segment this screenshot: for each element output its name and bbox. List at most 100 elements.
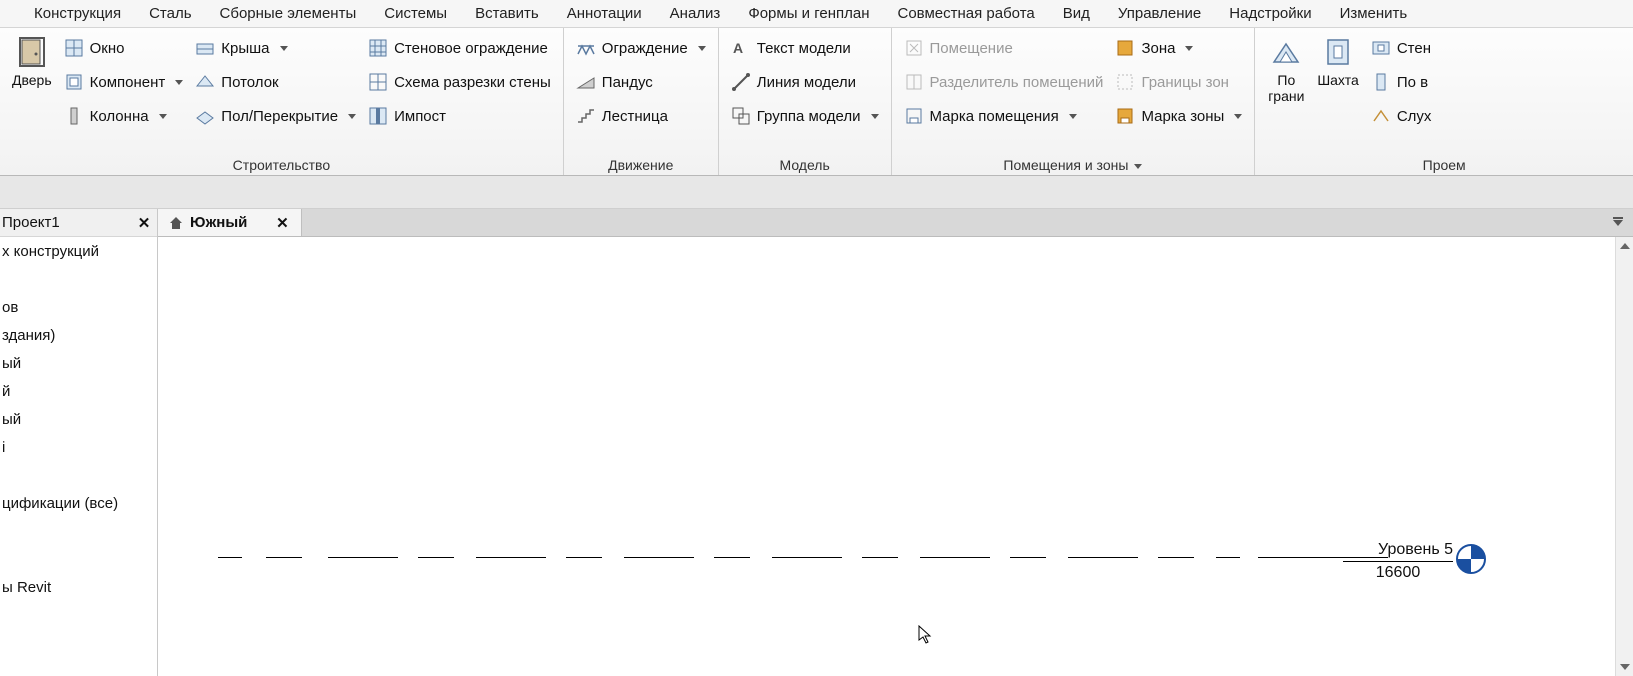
zonebound-icon [1115, 72, 1135, 92]
stair-icon [576, 106, 596, 126]
button-ceiling[interactable]: Потолок [189, 66, 362, 98]
roomtag-icon [904, 106, 924, 126]
view-tab-label: Южный [190, 214, 247, 231]
button-opening-vertical[interactable]: По в [1365, 66, 1438, 98]
tab-view[interactable]: Вид [1049, 1, 1104, 26]
browser-item[interactable]: цификации (все) [0, 495, 157, 517]
level-label[interactable]: Уровень 5 16600 [1343, 541, 1453, 581]
button-model-text[interactable]: A Текст модели [725, 32, 885, 64]
zonetag-icon [1115, 106, 1135, 126]
railing-icon [576, 38, 596, 58]
tab-analyze[interactable]: Анализ [656, 1, 735, 26]
project-browser: Проект1 ✕ х конструкций ов здания) ый й … [0, 209, 158, 676]
close-icon[interactable]: ✕ [135, 214, 153, 232]
tab-manage[interactable]: Управление [1104, 1, 1215, 26]
ramp-icon [576, 72, 596, 92]
panel-rooms: Помещение Разделитель помещений Марка по… [892, 28, 1256, 175]
tab-systems[interactable]: Системы [370, 1, 461, 26]
browser-item[interactable]: ов [0, 299, 157, 321]
tab-massing[interactable]: Формы и генплан [734, 1, 883, 26]
button-column[interactable]: Колонна [58, 100, 190, 132]
panel-opening: Пограни Шахта Стен По в [1255, 28, 1633, 175]
browser-item[interactable]: ы Revit [0, 579, 157, 601]
wallopen-icon [1371, 38, 1391, 58]
level-value: 16600 [1343, 564, 1453, 582]
project-browser-title: Проект1 [0, 214, 60, 231]
browser-item[interactable]: й [0, 383, 157, 405]
shaft-icon [1320, 34, 1356, 70]
door-icon [14, 34, 50, 70]
modelline-icon [731, 72, 751, 92]
column-icon [64, 106, 84, 126]
button-model-group[interactable]: Группа модели [725, 100, 885, 132]
button-zone-boundary[interactable]: Границы зон [1109, 66, 1248, 98]
tab-addins[interactable]: Надстройки [1215, 1, 1325, 26]
button-ramp[interactable]: Пандус [570, 66, 712, 98]
mullion-icon [368, 106, 388, 126]
tab-insert[interactable]: Вставить [461, 1, 553, 26]
level-name: Уровень 5 [1343, 541, 1453, 559]
browser-item[interactable] [0, 467, 157, 489]
browser-item[interactable]: і [0, 439, 157, 461]
views-dropdown-icon[interactable] [1607, 214, 1629, 232]
button-curtain-grid[interactable]: Схема разрезки стены [362, 66, 557, 98]
button-window[interactable]: Окно [58, 32, 190, 64]
button-opening-dormer[interactable]: Слух [1365, 100, 1438, 132]
button-floor[interactable]: Пол/Перекрытие [189, 100, 362, 132]
quick-access-spacer [0, 176, 1633, 209]
panel-circulation: Ограждение Пандус Лестница Движение [564, 28, 719, 175]
button-mullion[interactable]: Импост [362, 100, 557, 132]
browser-item[interactable] [0, 551, 157, 573]
browser-item[interactable]: ый [0, 355, 157, 377]
ribbon-tabstrip: Конструкция Сталь Сборные элементы Систе… [0, 0, 1633, 28]
button-component[interactable]: Компонент [58, 66, 190, 98]
button-zone-tag[interactable]: Марка зоны [1109, 100, 1248, 132]
button-opening-wall[interactable]: Стен [1365, 32, 1438, 64]
view-tabbar: Южный ✕ [158, 209, 1633, 237]
view-tab-active[interactable]: Южный ✕ [158, 209, 302, 236]
button-stair[interactable]: Лестница [570, 100, 712, 132]
button-curtain-wall[interactable]: Стеновое ограждение [362, 32, 557, 64]
button-room-separator[interactable]: Разделитель помещений [898, 66, 1110, 98]
browser-item[interactable] [0, 271, 157, 293]
svg-text:A: A [733, 40, 743, 56]
tab-precast[interactable]: Сборные элементы [206, 1, 371, 26]
browser-item[interactable]: здания) [0, 327, 157, 349]
browser-item[interactable]: ый [0, 411, 157, 433]
panel-title-rooms[interactable]: Помещения и зоны [898, 152, 1249, 175]
room-icon [904, 38, 924, 58]
button-door[interactable]: Дверь [6, 32, 58, 90]
button-railing[interactable]: Ограждение [570, 32, 712, 64]
modeltext-icon: A [731, 38, 751, 58]
tab-annotate[interactable]: Аннотации [553, 1, 656, 26]
level-head-icon[interactable] [1456, 544, 1486, 574]
close-icon[interactable]: ✕ [273, 214, 291, 232]
tab-construction[interactable]: Конструкция [20, 1, 135, 26]
curtainwall-icon [368, 38, 388, 58]
tab-steel[interactable]: Сталь [135, 1, 205, 26]
button-room[interactable]: Помещение [898, 32, 1110, 64]
level-line[interactable] [218, 557, 1518, 558]
ceiling-icon [195, 72, 215, 92]
curtaingrid-icon [368, 72, 388, 92]
button-room-tag[interactable]: Марка помещения [898, 100, 1110, 132]
button-model-line[interactable]: Линия модели [725, 66, 885, 98]
tab-modify[interactable]: Изменить [1326, 1, 1422, 26]
vertical-scrollbar[interactable] [1615, 237, 1633, 676]
tab-collaborate[interactable]: Совместная работа [883, 1, 1048, 26]
scroll-up-icon[interactable] [1616, 237, 1633, 255]
button-shaft[interactable]: Шахта [1311, 32, 1365, 90]
button-zone[interactable]: Зона [1109, 32, 1248, 64]
zone-icon [1115, 38, 1135, 58]
mouse-cursor-icon [918, 625, 932, 645]
scroll-down-icon[interactable] [1616, 658, 1633, 676]
floor-icon [195, 106, 215, 126]
button-roof[interactable]: Крыша [189, 32, 362, 64]
panel-title-model: Модель [725, 152, 885, 175]
browser-item[interactable] [0, 523, 157, 545]
window-icon [64, 38, 84, 58]
view-canvas[interactable]: Уровень 5 16600 [158, 237, 1633, 676]
browser-item[interactable]: х конструкций [0, 243, 157, 265]
button-by-face[interactable]: Пограни [1261, 32, 1311, 106]
roomsep-icon [904, 72, 924, 92]
